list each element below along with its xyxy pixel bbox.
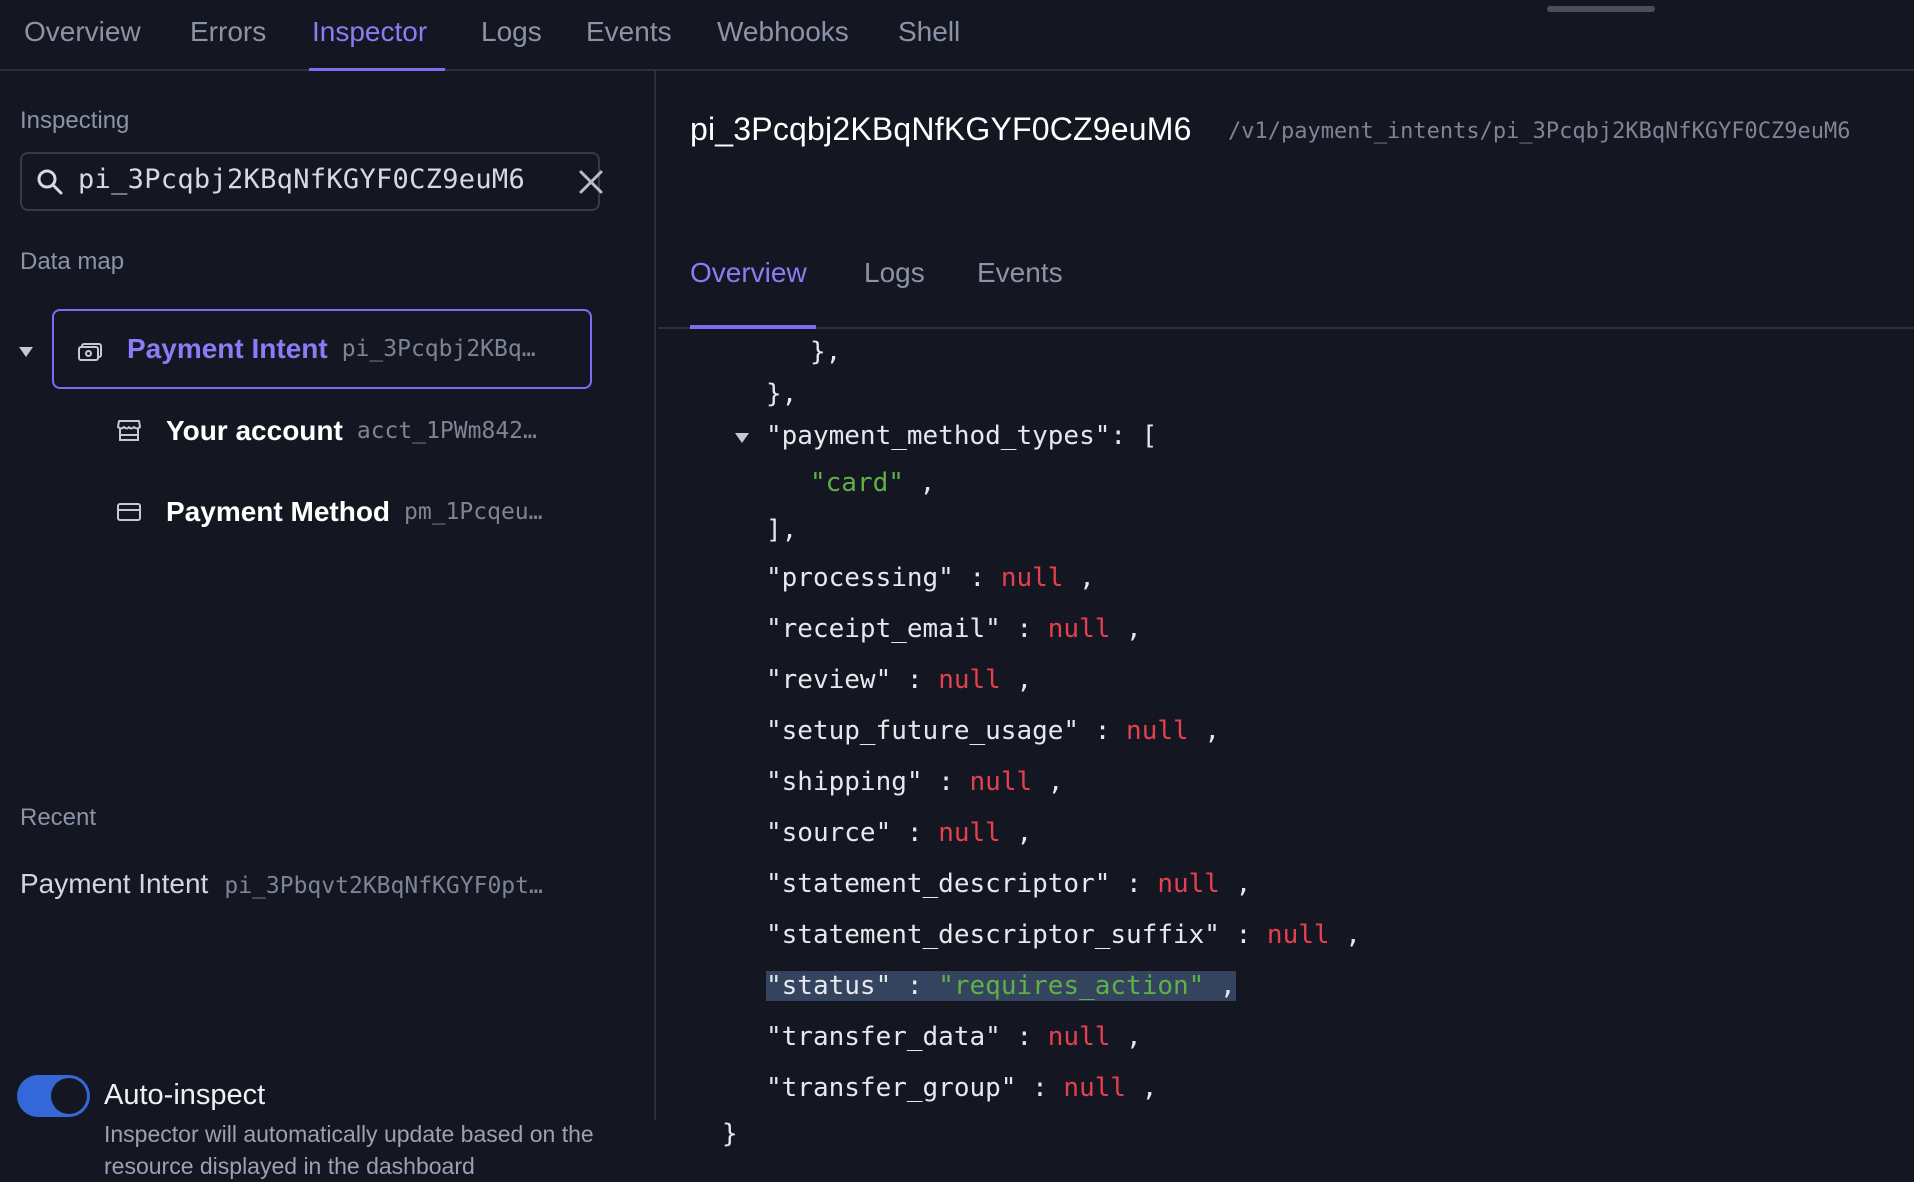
json-key: "source" (766, 818, 892, 848)
json-key: "processing" (766, 563, 954, 593)
tree-item-payment-intent[interactable]: Payment Intent pi_3Pcqbj2KBq… (52, 309, 592, 389)
inspector-main: pi_3Pcqbj2KBqNfKGYF0CZ9euM6 /v1/payment_… (658, 71, 1914, 1149)
active-subtab-indicator (690, 325, 816, 329)
json-brace: } (722, 1119, 738, 1149)
tab-logs[interactable]: Logs (481, 16, 542, 48)
json-row: "setup_future_usage" : null , (766, 716, 1220, 746)
json-punct: : [ (1110, 421, 1158, 451)
chevron-down-icon[interactable] (18, 345, 34, 359)
tree-item-title: Payment Intent (127, 333, 328, 364)
json-row: "card" , (810, 468, 936, 498)
json-key: "status" (766, 971, 892, 1001)
tree-item-your-account[interactable]: Your account acct_1PWm842… (116, 391, 596, 471)
inspect-search-field[interactable]: pi_3Pcqbj2KBqNfKGYF0CZ9euM6 (20, 152, 603, 211)
object-tabs: Overview Logs Events (658, 181, 1914, 329)
search-input[interactable]: pi_3Pcqbj2KBqNfKGYF0CZ9euM6 (78, 164, 525, 195)
tab-overview[interactable]: Overview (24, 16, 141, 48)
tree-item-title: Payment Method (166, 496, 391, 527)
object-api-path: /v1/payment_intents/pi_3Pcqbj2KBqNfKGYF0… (1228, 119, 1851, 144)
data-map-label: Data map (20, 248, 125, 275)
json-null-value: null (1266, 920, 1330, 950)
json-key: "transfer_group" (766, 1073, 1017, 1103)
json-null-value: null (938, 665, 1001, 695)
json-null-value: null (1063, 1073, 1127, 1103)
payment-intent-icon (78, 343, 102, 361)
recent-item-id: pi_3Pbqvt2KBqNfKGYF0pt… (224, 873, 543, 899)
json-key: "receipt_email" (766, 614, 1001, 644)
json-key: "shipping" (766, 767, 923, 797)
json-key: "statement_descriptor_suffix" (766, 920, 1220, 950)
json-null-value: null (1157, 869, 1220, 899)
tab-shell[interactable]: Shell (898, 16, 960, 48)
recent-item[interactable]: Payment Intent pi_3Pbqvt2KBqNfKGYF0pt… (20, 868, 543, 900)
recent-label: Recent (20, 804, 97, 831)
recent-item-title: Payment Intent (20, 868, 209, 899)
inspecting-label: Inspecting (20, 107, 130, 134)
auto-inspect-toggle[interactable] (17, 1075, 90, 1117)
json-key: "transfer_data" (766, 1022, 1001, 1052)
json-row: "transfer_group" : null , (766, 1073, 1158, 1103)
json-row: "processing" : null , (766, 563, 1095, 593)
json-row: "shipping" : null , (766, 767, 1064, 797)
json-row: "receipt_email" : null , (766, 614, 1142, 644)
json-row: "payment_method_types": [ (766, 421, 1157, 451)
drag-handle[interactable] (1547, 6, 1655, 12)
tab-events[interactable]: Events (586, 16, 672, 48)
object-id-title: pi_3Pcqbj2KBqNfKGYF0CZ9euM6 (690, 111, 1192, 147)
json-key: "payment_method_types" (766, 421, 1111, 451)
json-null-value: null (1047, 1022, 1111, 1052)
inspector-sidebar: Inspecting pi_3Pcqbj2KBqNfKGYF0CZ9euM6 D… (0, 71, 656, 1179)
auto-inspect-description: Inspector will automatically update base… (104, 1121, 594, 1179)
json-key: "review" (766, 665, 892, 695)
json-string-value: "requires_action" (938, 971, 1205, 1001)
card-icon (117, 503, 141, 521)
json-row: "review" : null , (766, 665, 1033, 695)
toggle-knob (51, 1078, 87, 1114)
subtab-logs[interactable]: Logs (864, 257, 925, 289)
json-row: "statement_descriptor" : null , (766, 869, 1252, 899)
tree-item-payment-method[interactable]: Payment Method pm_1Pcqeu… (116, 472, 596, 552)
tree-item-id: pi_3Pcqbj2KBq… (341, 336, 536, 362)
collapse-icon[interactable] (734, 431, 750, 445)
store-icon (117, 420, 141, 441)
json-brace: }, (766, 379, 798, 409)
json-null-value: null (1126, 716, 1189, 746)
tree-item-id: acct_1PWm842… (356, 418, 537, 444)
tab-webhooks[interactable]: Webhooks (717, 16, 849, 48)
json-row-highlighted: "status" : "requires_action" , (766, 971, 1236, 1001)
tab-errors[interactable]: Errors (190, 16, 266, 48)
auto-inspect-title: Auto-inspect (104, 1079, 266, 1111)
json-brace: ], (766, 515, 798, 545)
subtab-overview[interactable]: Overview (690, 257, 807, 289)
json-row: "statement_descriptor_suffix" : null , (766, 920, 1361, 950)
json-brace: }, (810, 337, 842, 367)
json-null-value: null (1047, 614, 1111, 644)
tree-item-title: Your account (166, 415, 343, 446)
search-icon (37, 169, 63, 195)
close-icon[interactable] (578, 169, 604, 195)
json-row: "transfer_data" : null , (766, 1022, 1142, 1052)
json-string-value: "card" (810, 468, 904, 498)
tab-inspector[interactable]: Inspector (312, 16, 427, 48)
subtab-events[interactable]: Events (977, 257, 1063, 289)
tree-item-id: pm_1Pcqeu… (404, 499, 543, 525)
json-null-value: null (938, 818, 1001, 848)
json-null-value: null (1000, 563, 1064, 593)
json-null-value: null (969, 767, 1033, 797)
json-key: "setup_future_usage" (766, 716, 1080, 746)
json-key: "statement_descriptor" (766, 869, 1111, 899)
json-row: "source" : null , (766, 818, 1033, 848)
